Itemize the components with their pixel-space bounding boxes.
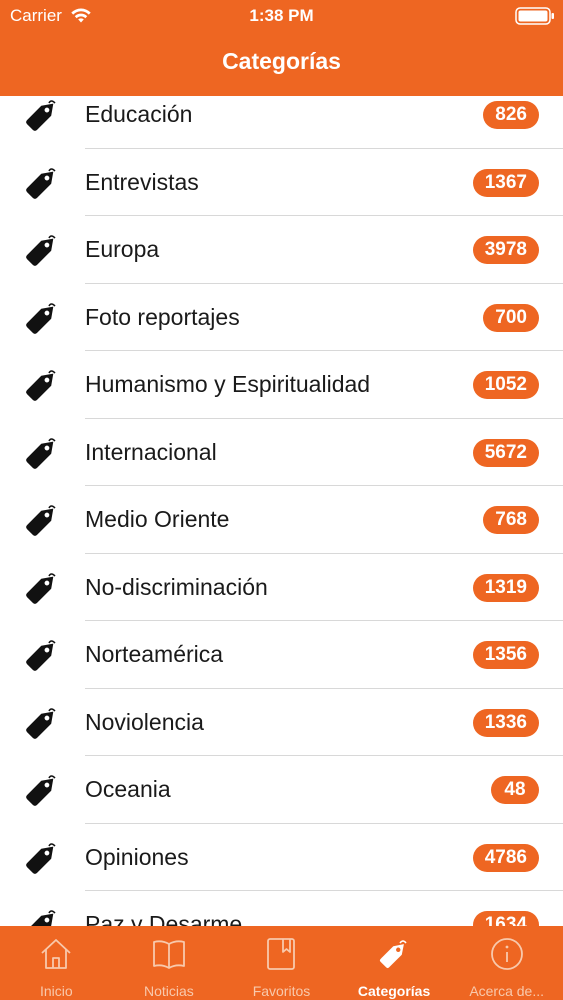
categories-list-content: Educación 826 Entrevistas 1367 Europa 3978 Fot… [0, 96, 563, 926]
count-badge: 1052 [472, 371, 539, 399]
tab-label: Categorías [357, 983, 431, 999]
count-badge: 768 [483, 506, 539, 534]
tag-icon [22, 838, 62, 878]
tag-icon [22, 163, 62, 203]
tag-icon [22, 433, 62, 473]
category-label: Medio Oriente [85, 506, 230, 532]
tag-icon [22, 905, 62, 926]
tag-icon [376, 936, 412, 977]
category-label: Oceania [85, 776, 171, 802]
category-label: Norteamérica [85, 641, 224, 667]
category-label: Humanismo y Espiritualidad [85, 371, 371, 397]
category-label: Europa [85, 236, 160, 262]
tab-label: Acerca de... [469, 983, 545, 999]
category-row[interactable]: Educación 826 [0, 96, 563, 149]
tag-icon [22, 365, 62, 405]
category-row[interactable]: Internacional 5672 [0, 419, 563, 486]
tag-icon [22, 96, 62, 135]
category-row[interactable]: Entrevistas 1367 [0, 149, 563, 216]
category-label: Paz y Desarme [85, 911, 243, 926]
category-row[interactable]: No-discriminación 1319 [0, 554, 563, 621]
category-label: Educación [85, 101, 193, 127]
tab-info[interactable]: Acerca de... [450, 926, 563, 1000]
navigation-header: Carrier 1:38 PM Categorías [0, 0, 563, 96]
tag-icon [22, 230, 62, 270]
category-row[interactable]: Medio Oriente 768 [0, 486, 563, 554]
category-row[interactable]: Foto reportajes 700 [0, 284, 563, 351]
category-label: Noviolencia [85, 708, 204, 735]
count-badge: 5672 [472, 438, 539, 467]
info-icon [489, 936, 525, 977]
categories-list[interactable]: Educación 826 Entrevistas 1367 Europa 3978 Fot… [0, 96, 563, 926]
bookmark-book-icon [263, 936, 299, 977]
tab-label: Noticias [143, 983, 194, 999]
category-row[interactable]: Paz y Desarme 1634 [0, 891, 563, 926]
count-badge: 826 [483, 101, 539, 129]
tab-book[interactable]: Noticias [113, 926, 226, 1000]
tab-label: Inicio [39, 983, 73, 999]
tag-icon [22, 703, 62, 743]
tab-label: Favoritos [252, 983, 311, 999]
battery-icon [515, 7, 554, 25]
tab-bookmark-book[interactable]: Favoritos [225, 926, 338, 1000]
status-bar: Carrier 1:38 PM [0, 0, 563, 32]
category-row[interactable]: Europa 3978 [0, 216, 563, 284]
tag-icon [22, 298, 62, 338]
count-badge: 700 [483, 303, 539, 332]
tag-icon [22, 770, 62, 810]
count-badge: 1367 [472, 168, 539, 197]
category-label: No-discriminación [85, 573, 268, 600]
category-label: Foto reportajes [85, 303, 240, 330]
category-row[interactable]: Opiniones 4786 [0, 824, 563, 891]
category-label: Opiniones [85, 843, 189, 870]
category-label: Internacional [85, 438, 217, 465]
category-row[interactable]: Noviolencia 1336 [0, 689, 563, 756]
tab-tag[interactable]: Categorías [338, 926, 451, 1000]
page-title: Categorías [222, 48, 341, 74]
count-badge: 3978 [472, 236, 539, 264]
count-badge: 4786 [472, 843, 539, 872]
home-icon [38, 936, 74, 977]
tag-icon [22, 635, 62, 675]
count-badge: 1336 [472, 708, 539, 737]
category-label: Entrevistas [85, 168, 199, 195]
category-row[interactable]: Humanismo y Espiritualidad 1052 [0, 351, 563, 419]
count-badge: 48 [491, 776, 539, 804]
category-row[interactable]: Norteamérica 1356 [0, 621, 563, 689]
category-row[interactable]: Oceania 48 [0, 756, 563, 824]
tab-bar: Inicio Noticias Favoritos Categorías Acerca … [0, 926, 563, 1000]
tab-home[interactable]: Inicio [0, 926, 113, 1000]
book-icon [151, 936, 187, 977]
count-badge: 1634 [472, 911, 539, 926]
status-time: 1:38 PM [249, 6, 314, 25]
tag-icon [22, 500, 62, 540]
tag-icon [22, 568, 62, 608]
count-badge: 1356 [472, 641, 539, 669]
count-badge: 1319 [472, 573, 539, 602]
